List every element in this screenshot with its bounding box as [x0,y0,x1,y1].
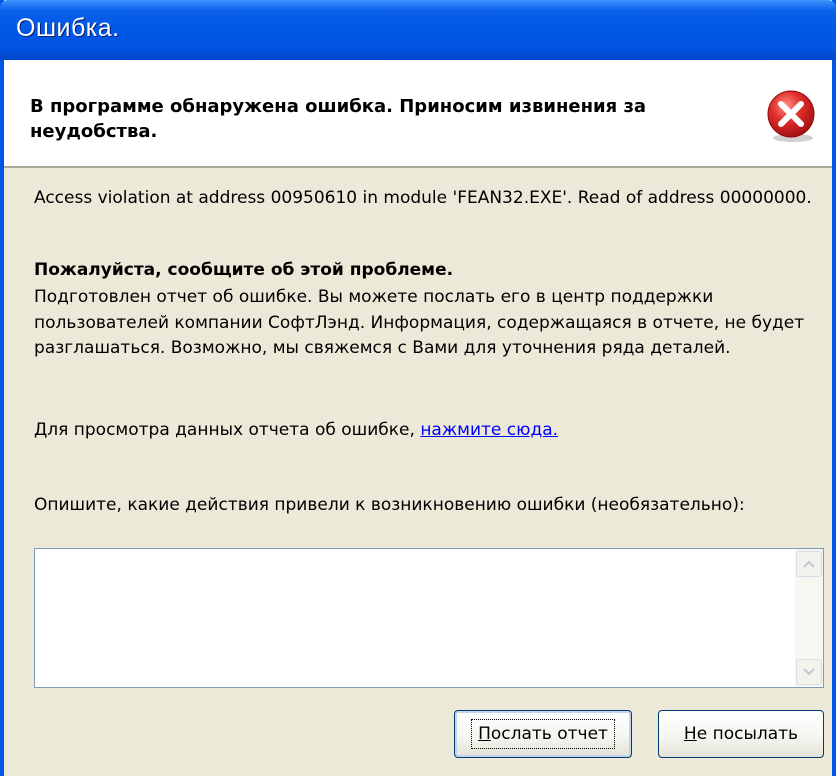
describe-label: Опишите, какие действия привели к возник… [34,495,745,515]
view-report-line: Для просмотра данных отчета об ошибке, н… [34,418,814,442]
header-message: В программе обнаружена ошибка. Приносим … [30,96,647,142]
send-report-label-rest: ослать отчет [490,724,608,744]
dont-send-label-rest: е посылать [696,724,799,744]
dont-send-button[interactable]: Не посылать [658,710,824,758]
send-report-label: Послать отчет [471,719,615,749]
error-icon [762,86,822,146]
title-bar[interactable]: Ошибка. [0,0,836,60]
error-details-text: Access violation at address 00950610 in … [34,188,812,208]
describe-textarea-frame [34,548,824,688]
error-dialog-window: Ошибка. В программе обнаружена ошибка. П… [0,0,836,776]
dont-send-label: Не посылать [684,724,798,744]
view-report-prefix: Для просмотра данных отчета об ошибке, [34,420,421,440]
report-heading: Пожалуйста, сообщите об этой проблеме. [34,260,454,280]
chevron-up-icon [803,555,815,573]
header-panel: В программе обнаружена ошибка. Приносим … [4,60,832,168]
describe-textarea[interactable] [35,549,795,687]
send-report-button[interactable]: Послать отчет [454,710,632,758]
chevron-down-icon [803,663,815,681]
scroll-down-button[interactable] [796,659,822,685]
scroll-up-button[interactable] [796,551,822,577]
view-report-link[interactable]: нажмите сюда. [420,420,558,440]
window-title: Ошибка. [16,14,120,42]
report-description: Подготовлен отчет об ошибке. Вы можете п… [34,287,805,358]
dont-send-accel: Н [683,724,697,744]
send-report-accel: П [478,724,491,744]
textarea-scrollbar[interactable] [795,549,823,687]
